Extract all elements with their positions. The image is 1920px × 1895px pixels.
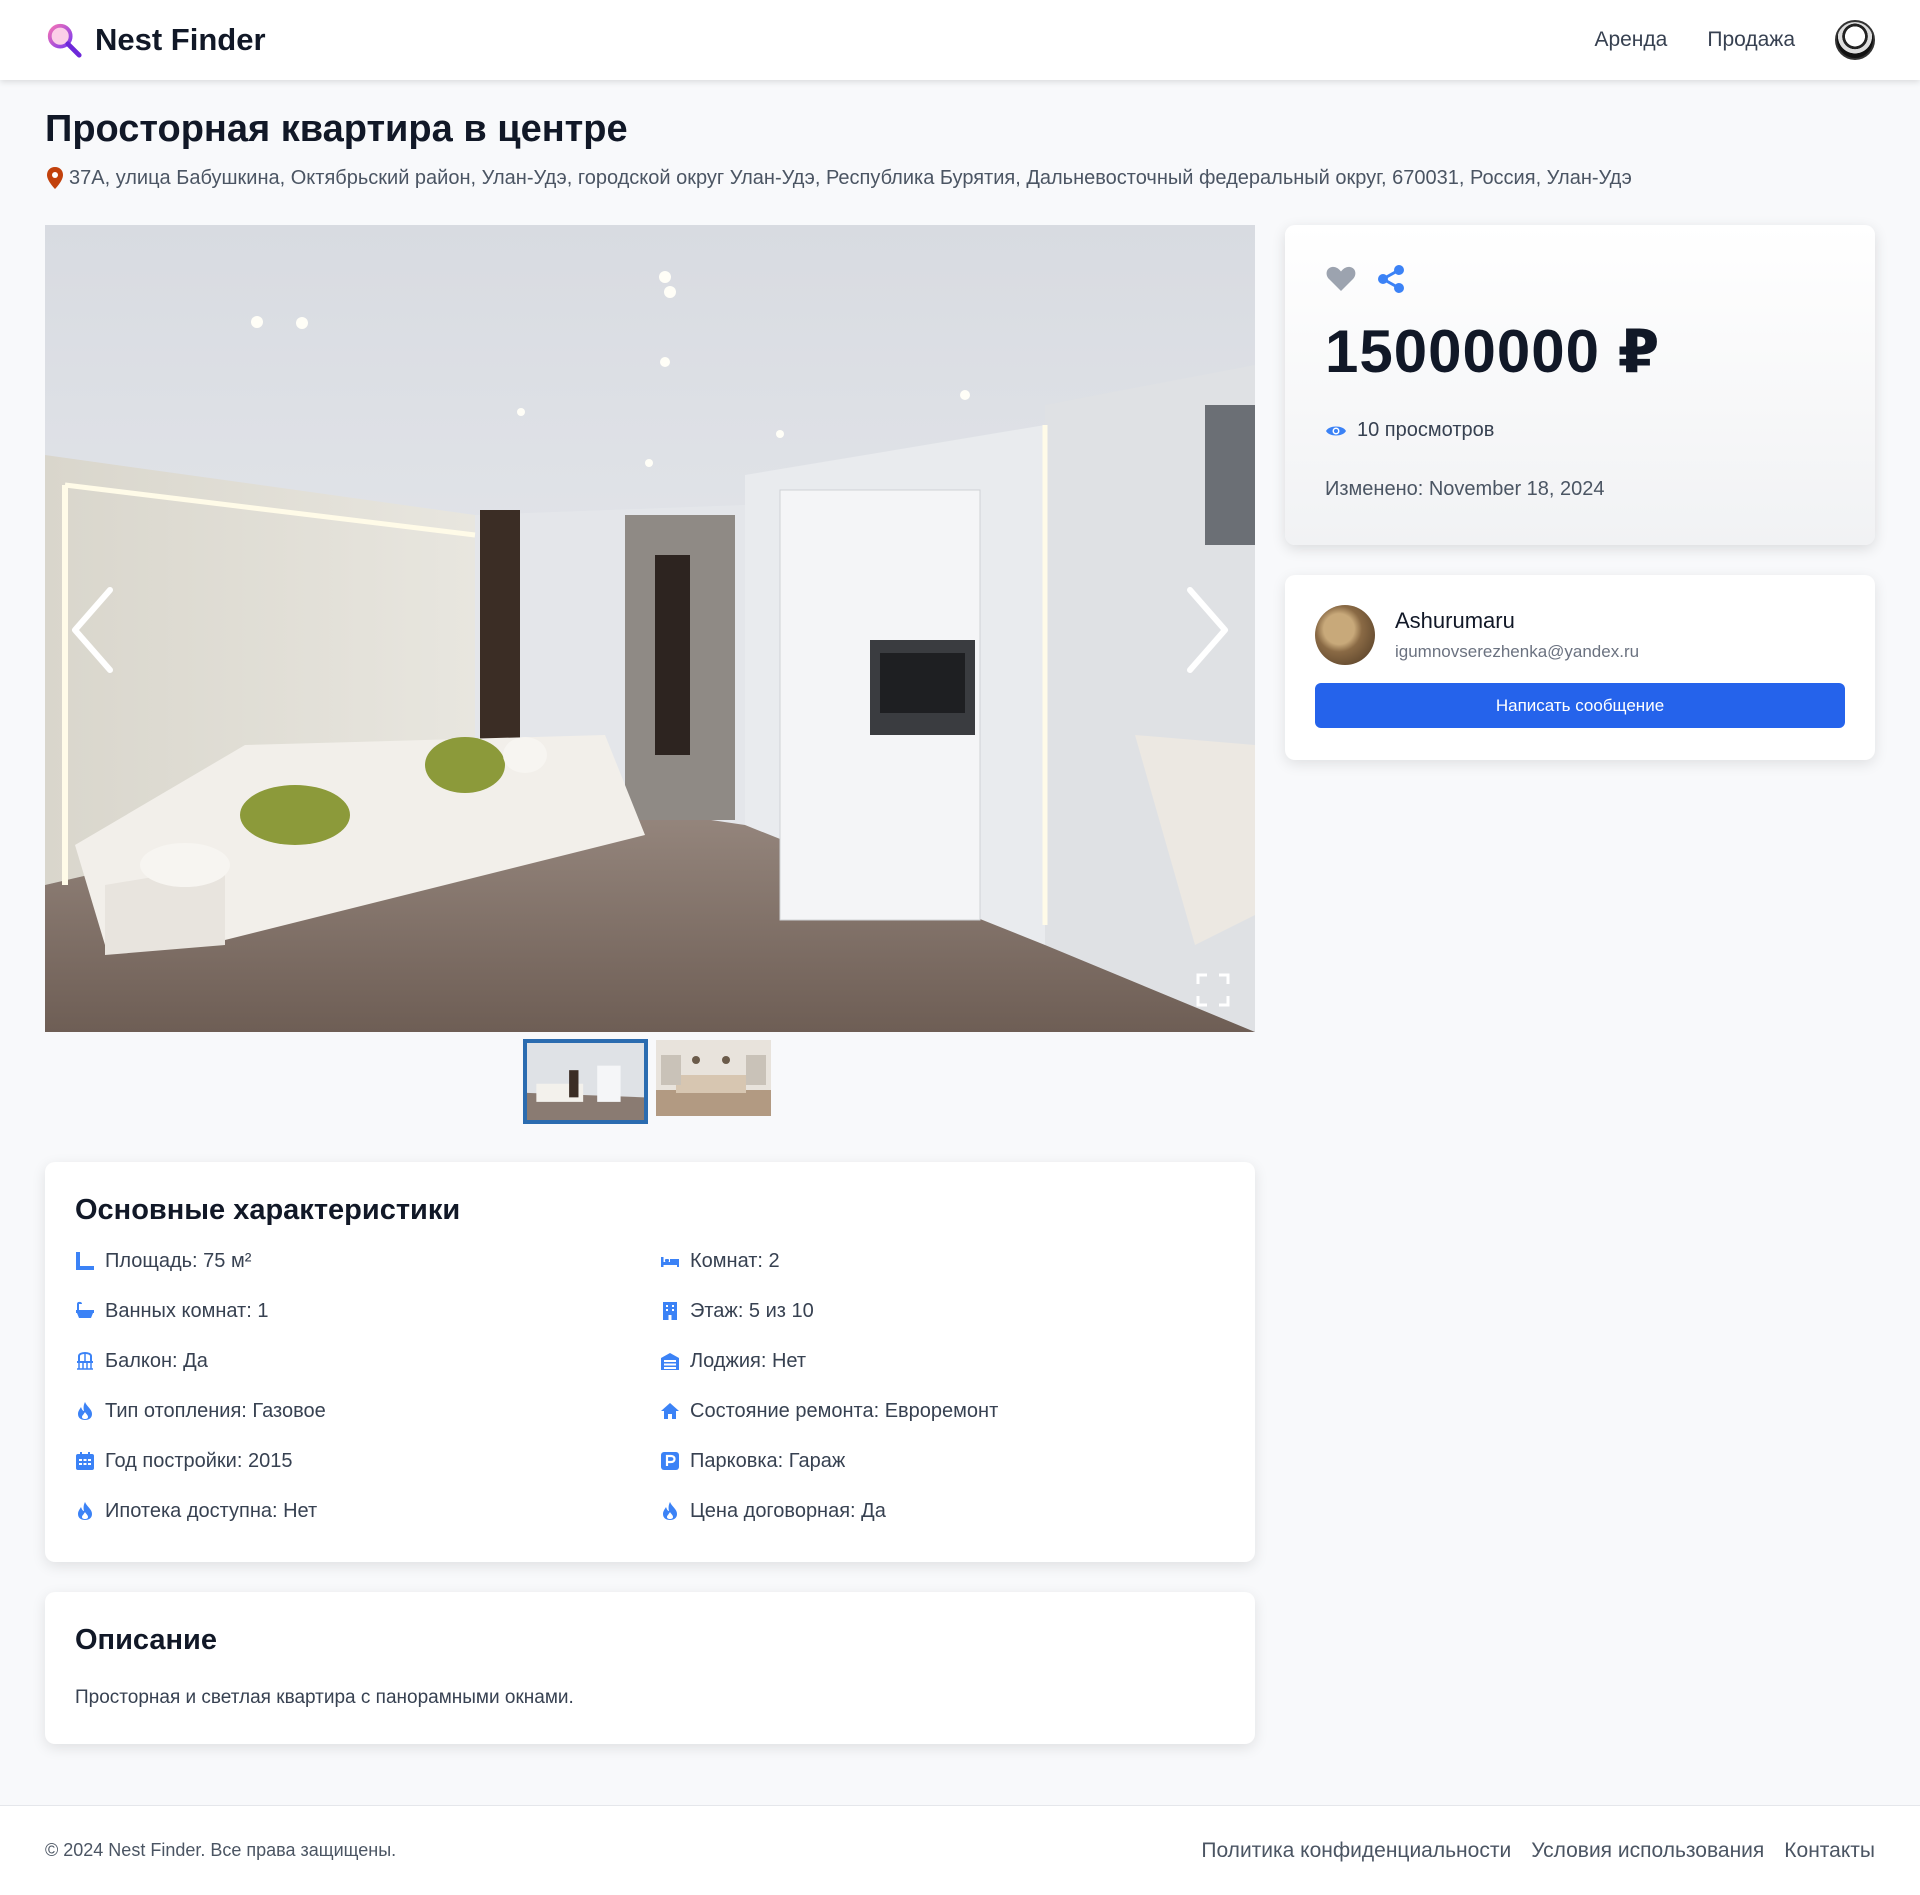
- feature-text: Площадь: 75 м²: [105, 1249, 252, 1272]
- feature-balcony: Балкон: Да: [75, 1349, 660, 1373]
- feature-negotiable: Цена договорная: Да: [660, 1499, 1245, 1523]
- ruler-icon: [76, 1252, 94, 1270]
- balcony-icon: [77, 1352, 93, 1370]
- main-photo: [45, 225, 1255, 1032]
- flame-icon: [78, 1402, 92, 1420]
- magnifier-logo-icon: [47, 23, 82, 58]
- calendar-icon: [76, 1452, 94, 1470]
- photo-gallery[interactable]: [45, 225, 1255, 1032]
- contacts-link[interactable]: Контакты: [1784, 1839, 1875, 1863]
- send-message-button[interactable]: Написать сообщение: [1315, 683, 1845, 728]
- building-icon: [663, 1302, 677, 1320]
- warehouse-icon: [661, 1353, 679, 1370]
- privacy-policy-link[interactable]: Политика конфиденциальности: [1201, 1839, 1511, 1863]
- modified-date: Изменено: November 18, 2024: [1325, 478, 1605, 500]
- main-nav: Аренда Продажа: [1594, 20, 1875, 60]
- description-title: Описание: [75, 1624, 217, 1656]
- share-icon[interactable]: [1375, 263, 1407, 295]
- view-count: 10 просмотров: [1325, 419, 1835, 442]
- home-icon: [661, 1403, 679, 1419]
- feature-parking: Парковка: Гараж: [660, 1449, 1245, 1473]
- top-header: Nest Finder Аренда Продажа: [0, 0, 1920, 80]
- listing-price: 15000000 ₽: [1325, 318, 1661, 385]
- feature-text: Ипотека доступна: Нет: [105, 1499, 318, 1522]
- nav-rent-link[interactable]: Аренда: [1594, 28, 1667, 52]
- thumbnail-1[interactable]: [523, 1039, 648, 1124]
- feature-floor: Этаж: 5 из 10: [660, 1299, 1245, 1323]
- feature-bathrooms: Ванных комнат: 1: [75, 1299, 660, 1323]
- listing-address: 37А, улица Бабушкина, Октябрьский район,…: [45, 166, 1632, 190]
- thumbnail-2[interactable]: [656, 1040, 771, 1116]
- terms-link[interactable]: Условия использования: [1531, 1839, 1764, 1863]
- user-avatar[interactable]: [1835, 20, 1875, 60]
- gallery-prev-arrow-icon[interactable]: [65, 585, 125, 675]
- feature-text: Комнат: 2: [690, 1249, 780, 1272]
- feature-year-built: Год постройки: 2015: [75, 1449, 660, 1473]
- heart-icon[interactable]: [1325, 263, 1357, 295]
- brand-name: Nest Finder: [95, 22, 266, 57]
- seller-email: igumnovserezhenka@yandex.ru: [1395, 642, 1640, 661]
- flame-icon: [663, 1502, 677, 1520]
- feature-loggia: Лоджия: Нет: [660, 1349, 1245, 1373]
- bed-icon: [661, 1257, 679, 1267]
- feature-text: Тип отопления: Газовое: [105, 1399, 326, 1422]
- gallery-thumbnails: [523, 1039, 771, 1124]
- description-text: Просторная и светлая квартира с панорамн…: [75, 1687, 574, 1708]
- feature-heating: Тип отопления: Газовое: [75, 1399, 660, 1423]
- nav-sale-link[interactable]: Продажа: [1707, 28, 1795, 52]
- features-title: Основные характеристики: [75, 1194, 461, 1226]
- feature-renovation: Состояние ремонта: Евроремонт: [660, 1399, 1245, 1423]
- price-card: 15000000 ₽ 10 просмотров Изменено: Novem…: [1285, 225, 1875, 545]
- seller-avatar[interactable]: [1315, 605, 1375, 665]
- footer-links: Политика конфиденциальности Условия испо…: [1201, 1839, 1875, 1863]
- feature-text: Год постройки: 2015: [105, 1449, 293, 1472]
- feature-mortgage: Ипотека доступна: Нет: [75, 1499, 660, 1523]
- card-actions: [1325, 263, 1835, 295]
- feature-text: Парковка: Гараж: [690, 1449, 846, 1472]
- seller-info: Ashurumaru igumnovserezhenka@yandex.ru: [1315, 605, 1845, 665]
- feature-text: Ванных комнат: 1: [105, 1299, 269, 1322]
- listing-title: Просторная квартира в центре: [45, 108, 628, 150]
- gallery-next-arrow-icon[interactable]: [1175, 585, 1235, 675]
- seller-card: Ashurumaru igumnovserezhenka@yandex.ru Н…: [1285, 575, 1875, 760]
- flame-icon: [78, 1502, 92, 1520]
- feature-text: Цена договорная: Да: [690, 1499, 886, 1522]
- feature-text: Лоджия: Нет: [690, 1349, 807, 1372]
- feature-text: Состояние ремонта: Евроремонт: [690, 1399, 999, 1422]
- fullscreen-icon[interactable]: [1196, 973, 1230, 1007]
- view-count-text: 10 просмотров: [1357, 419, 1495, 441]
- feature-area: Площадь: 75 м²: [75, 1249, 660, 1273]
- features-card: Основные характеристики Площадь: 75 м² К…: [45, 1162, 1255, 1562]
- map-pin-icon: [47, 167, 63, 189]
- feature-rooms: Комнат: 2: [660, 1249, 1245, 1273]
- thumbnail-2-image: [656, 1040, 771, 1116]
- eye-icon: [1326, 426, 1346, 435]
- feature-text: Балкон: Да: [105, 1349, 208, 1372]
- seller-name[interactable]: Ashurumaru: [1395, 608, 1639, 634]
- description-card: Описание Просторная и светлая квартира с…: [45, 1592, 1255, 1744]
- page-footer: © 2024 Nest Finder. Все права защищены. …: [0, 1805, 1920, 1895]
- bath-icon: [76, 1301, 94, 1318]
- parking-icon: [661, 1452, 679, 1470]
- thumbnail-1-image: [527, 1043, 644, 1120]
- copyright-text: © 2024 Nest Finder. Все права защищены.: [45, 1840, 397, 1860]
- features-grid: Площадь: 75 м² Комнат: 2 Ванных комнат: …: [75, 1249, 1225, 1523]
- feature-text: Этаж: 5 из 10: [690, 1299, 814, 1322]
- brand-logo[interactable]: Nest Finder: [45, 21, 266, 59]
- address-text: 37А, улица Бабушкина, Октябрьский район,…: [69, 166, 1632, 189]
